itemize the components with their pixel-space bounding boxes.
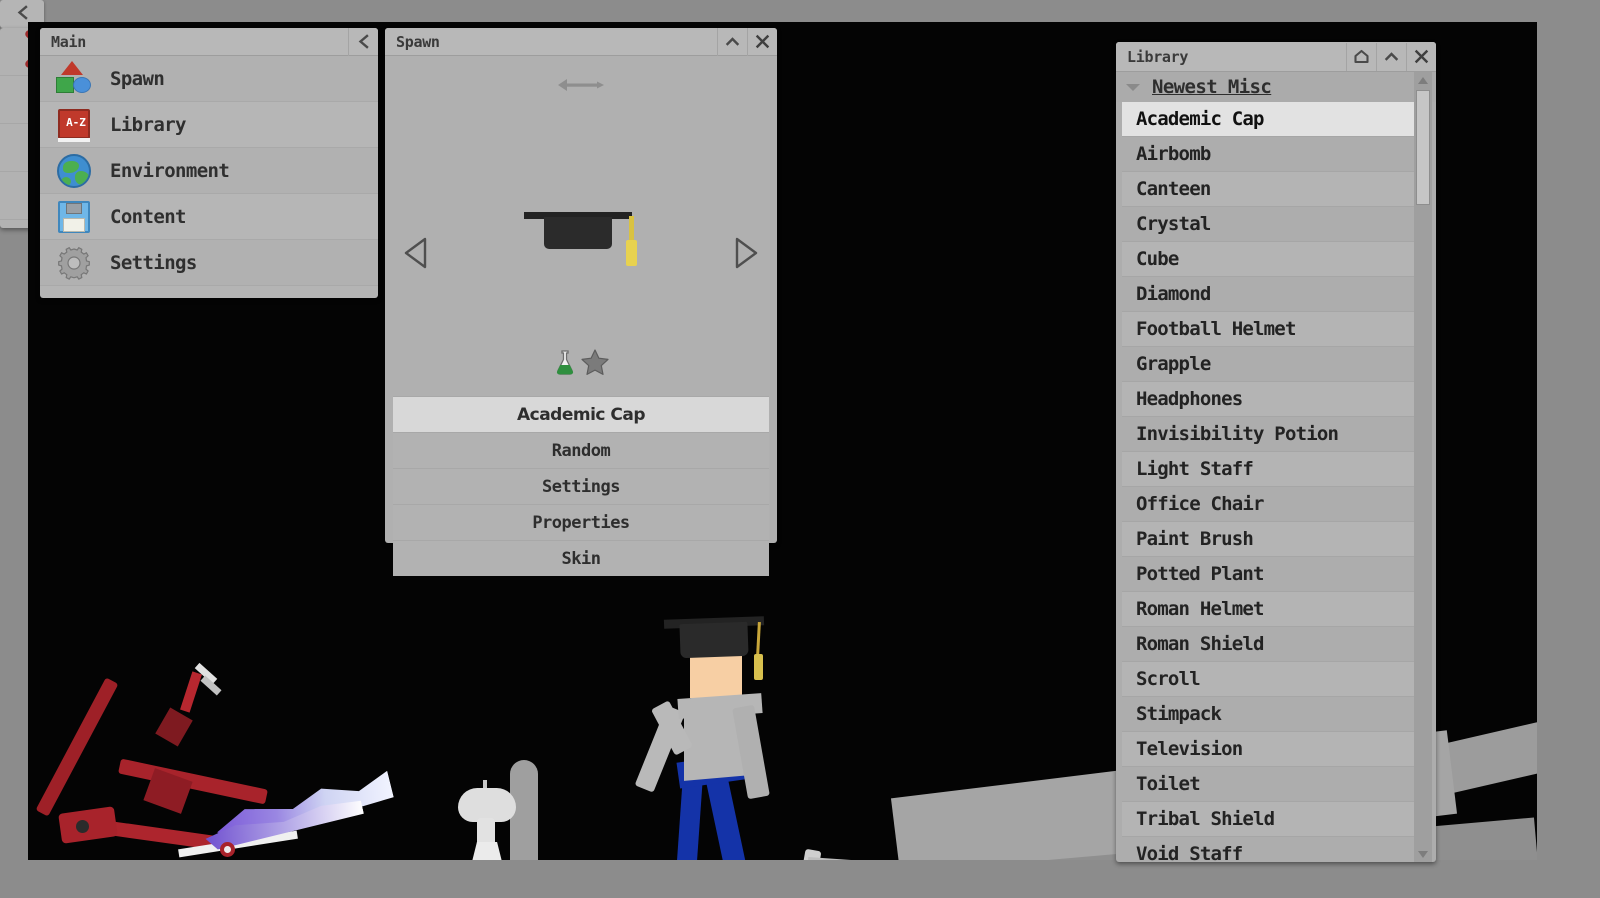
list-item[interactable]: Stimpack [1122,697,1414,732]
item-preview [385,176,777,306]
sidebar-item-label: Library [110,113,186,136]
floppy-disk-icon [54,197,94,237]
list-item[interactable]: Office Chair [1122,487,1414,522]
blade-pivot [220,842,235,857]
ragdoll-head [690,654,742,698]
shapes-icon [54,59,94,99]
gear-icon [54,243,94,283]
academic-cap-tassel-string [756,621,761,657]
academic-cap-preview [516,206,646,276]
list-item[interactable]: Scroll [1122,662,1414,697]
library-panel-titlebar[interactable]: Library [1116,42,1436,72]
chevron-left-icon[interactable] [348,27,378,56]
home-icon[interactable] [1346,42,1376,71]
spawn-panel-title: Spawn [396,32,440,51]
spawn-properties-button[interactable]: Properties [393,504,769,540]
library-scrollbar[interactable] [1414,72,1432,862]
spawn-button-list: Academic Cap Random Settings Properties … [393,396,769,576]
machine-part [180,671,202,713]
fan-head [458,788,516,822]
plank-wire [807,857,895,860]
sidebar-item-label: Settings [110,251,197,274]
list-item[interactable]: Invisibility Potion [1122,417,1414,452]
spawn-panel-body: Academic Cap Random Settings Properties … [385,56,777,576]
fan-base [466,842,508,860]
chevron-up-icon[interactable] [717,27,747,56]
spawn-random-button[interactable]: Random [393,432,769,468]
list-item[interactable]: Headphones [1122,382,1414,417]
machine-part [118,758,268,805]
machine-part [35,677,119,817]
list-item[interactable]: Grapple [1122,347,1414,382]
sidebar-item-label: Content [110,205,186,228]
book-a-z-icon: A-Z [54,105,94,145]
spawn-current-item-button[interactable]: Academic Cap [393,396,769,432]
chevron-up-icon[interactable] [1376,42,1406,71]
horizontal-arrow-icon[interactable] [556,76,606,98]
sidebar-item-spawn[interactable]: Spawn [40,56,378,102]
academic-cap-top [679,621,749,659]
list-item[interactable]: Diamond [1122,277,1414,312]
sidebar-item-label: Spawn [110,67,165,90]
spawn-settings-button[interactable]: Settings [393,468,769,504]
triangle-down-icon[interactable] [1414,846,1432,862]
list-item[interactable]: Canteen [1122,172,1414,207]
list-item[interactable]: Light Staff [1122,452,1414,487]
sidebar-item-settings[interactable]: Settings [40,240,378,286]
library-panel-title: Library [1127,47,1189,66]
list-item[interactable]: Roman Helmet [1122,592,1414,627]
machine-pivot [76,820,89,833]
close-x-icon[interactable] [747,27,777,56]
list-item[interactable]: Tribal Shield [1122,802,1414,837]
star-icon [580,348,610,380]
sidebar-item-content[interactable]: Content [40,194,378,240]
app-root: Main Spawn A-Z Library Environment Conte… [0,0,1600,898]
chevron-left-icon [16,4,29,24]
spawn-panel-titlebar[interactable]: Spawn [385,27,777,56]
list-item[interactable]: Void Staff [1122,837,1414,862]
ragdoll-character[interactable] [628,610,798,860]
list-item[interactable]: Roman Shield [1122,627,1414,662]
machine-part [155,707,193,747]
scrollbar-track[interactable] [1416,90,1430,844]
main-panel-titlebar[interactable]: Main [40,27,378,56]
list-item[interactable]: Airbomb [1122,137,1414,172]
list-item[interactable]: Academic Cap [1122,102,1414,137]
main-menu-panel: Main Spawn A-Z Library Environment Conte… [40,27,378,298]
list-item[interactable]: Cube [1122,242,1414,277]
list-item[interactable]: Potted Plant [1122,557,1414,592]
triangle-down-icon [1124,78,1142,97]
sidebar-item-label: Environment [110,159,230,182]
triangle-up-icon[interactable] [1414,72,1432,88]
list-item[interactable]: Television [1122,732,1414,767]
sidebar-item-library[interactable]: A-Z Library [40,102,378,148]
library-category-header[interactable]: Newest Misc [1116,72,1436,102]
list-item[interactable]: Toilet [1122,767,1414,802]
item-badges [385,348,777,380]
list-item[interactable]: Football Helmet [1122,312,1414,347]
scrollbar-thumb[interactable] [1416,90,1430,205]
sidebar-item-environment[interactable]: Environment [40,148,378,194]
library-category-label: Newest Misc [1152,76,1272,98]
library-panel: Library Newest Misc Academic Cap Airbomb… [1116,42,1436,862]
library-item-list[interactable]: Academic Cap Airbomb Canteen Crystal Cub… [1116,102,1436,862]
flask-icon [552,348,578,380]
main-panel-title: Main [51,32,86,51]
list-item[interactable]: Paint Brush [1122,522,1414,557]
list-item[interactable]: Crystal [1122,207,1414,242]
globe-icon [54,151,94,191]
spawn-panel: Spawn Academic Cap Random Settings Prope… [385,27,777,576]
academic-cap-tassel [754,654,763,680]
spawn-skin-button[interactable]: Skin [393,540,769,576]
close-x-icon[interactable] [1406,42,1436,71]
